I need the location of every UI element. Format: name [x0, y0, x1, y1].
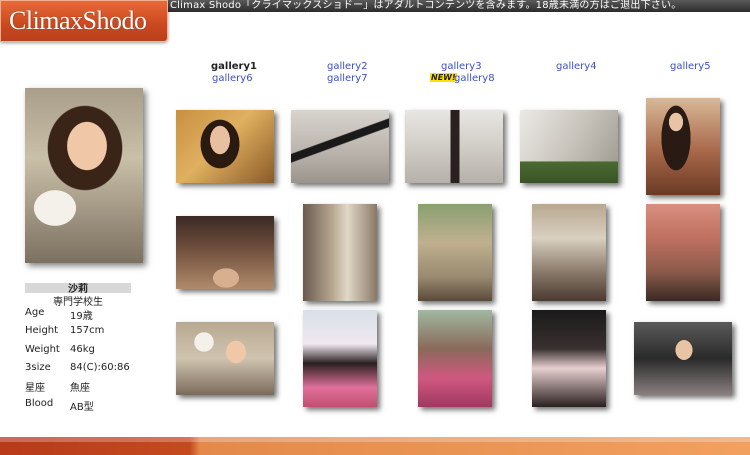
adult-content-notice: Climax Shodo「クライマックスショドー」はアダルトコンテンツを含みます… — [170, 0, 682, 11]
profile-label: Age — [25, 307, 45, 318]
logo-text: ClimaxShodo — [9, 6, 147, 35]
gallery-thumbnail[interactable] — [646, 98, 720, 195]
gallery-thumbnail[interactable] — [291, 110, 389, 183]
profile-label: Blood — [25, 398, 54, 409]
gallery-thumbnail[interactable] — [532, 204, 606, 301]
gallery-link-8[interactable]: gallery8 — [454, 73, 495, 84]
gallery-link-7[interactable]: gallery7 — [327, 73, 368, 84]
gallery-thumbnail[interactable] — [176, 216, 274, 289]
profile-label: 3size — [25, 362, 51, 373]
profile-value: 84(C):60:86 — [70, 362, 130, 373]
gallery-thumbnail[interactable] — [303, 204, 377, 301]
footer-bar — [0, 437, 750, 455]
gallery-thumbnail[interactable] — [532, 310, 606, 407]
profile-value: AB型 — [70, 402, 94, 413]
gallery-thumbnail[interactable] — [405, 110, 503, 183]
site-logo[interactable]: ClimaxShodo — [0, 0, 168, 42]
gallery-link-2[interactable]: gallery2 — [327, 61, 368, 72]
gallery-link-1[interactable]: gallery1 — [211, 61, 257, 72]
gallery-link-6[interactable]: gallery6 — [212, 73, 253, 84]
gallery-thumbnail[interactable] — [176, 110, 274, 183]
profile-photo — [25, 88, 143, 263]
model-occupation: 専門学校生 — [53, 297, 103, 308]
profile-label: Height — [25, 325, 59, 336]
gallery-link-4[interactable]: gallery4 — [556, 61, 597, 72]
gallery-link-5[interactable]: gallery5 — [670, 61, 711, 72]
profile-value: 157cm — [70, 325, 105, 336]
gallery-thumbnail[interactable] — [634, 322, 732, 395]
profile-value: 46kg — [70, 344, 95, 355]
gallery-link-3[interactable]: gallery3 — [441, 61, 482, 72]
gallery-thumbnail[interactable] — [418, 204, 492, 301]
profile-label: Weight — [25, 344, 60, 355]
gallery-thumbnail[interactable] — [646, 204, 720, 301]
profile-value: 魚座 — [70, 383, 90, 394]
profile-value: 19歳 — [70, 311, 93, 322]
profile-label: 星座 — [25, 383, 45, 394]
gallery-thumbnail[interactable] — [303, 310, 377, 407]
gallery-thumbnail[interactable] — [418, 310, 492, 407]
new-badge: NEW! — [430, 73, 457, 82]
gallery-thumbnail[interactable] — [176, 322, 274, 395]
gallery-thumbnail[interactable] — [520, 110, 618, 183]
